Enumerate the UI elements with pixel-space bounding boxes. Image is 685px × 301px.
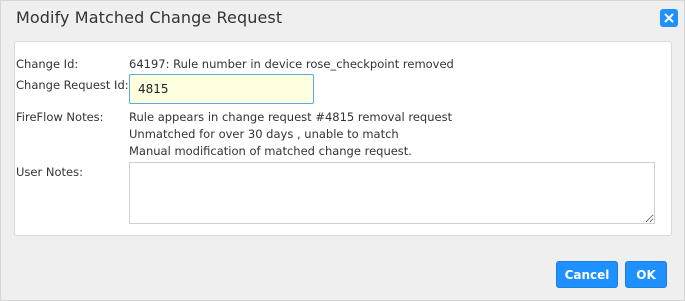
modify-matched-change-request-dialog: Modify Matched Change Request Change Id:… bbox=[0, 0, 685, 301]
form-panel: Change Id: 64197: Rule number in device … bbox=[14, 41, 672, 236]
user-notes-textarea[interactable] bbox=[129, 162, 655, 224]
change-request-id-input[interactable] bbox=[129, 74, 314, 104]
fireflow-note-line: Rule appears in change request #4815 rem… bbox=[129, 110, 453, 124]
ok-button[interactable]: OK bbox=[625, 261, 667, 288]
fireflow-note-line: Unmatched for over 30 days , unable to m… bbox=[129, 127, 399, 141]
close-button[interactable] bbox=[660, 9, 678, 27]
dialog-title: Modify Matched Change Request bbox=[16, 8, 283, 27]
change-id-value: 64197: Rule number in device rose_checkp… bbox=[129, 57, 454, 71]
cancel-button[interactable]: Cancel bbox=[556, 261, 618, 288]
change-request-id-label: Change Request Id: bbox=[16, 78, 129, 92]
user-notes-label: User Notes: bbox=[16, 165, 83, 179]
fireflow-note-line: Manual modification of matched change re… bbox=[129, 144, 412, 158]
change-id-label: Change Id: bbox=[16, 57, 79, 71]
fireflow-notes-label: FireFlow Notes: bbox=[16, 110, 104, 124]
close-icon bbox=[664, 13, 674, 23]
